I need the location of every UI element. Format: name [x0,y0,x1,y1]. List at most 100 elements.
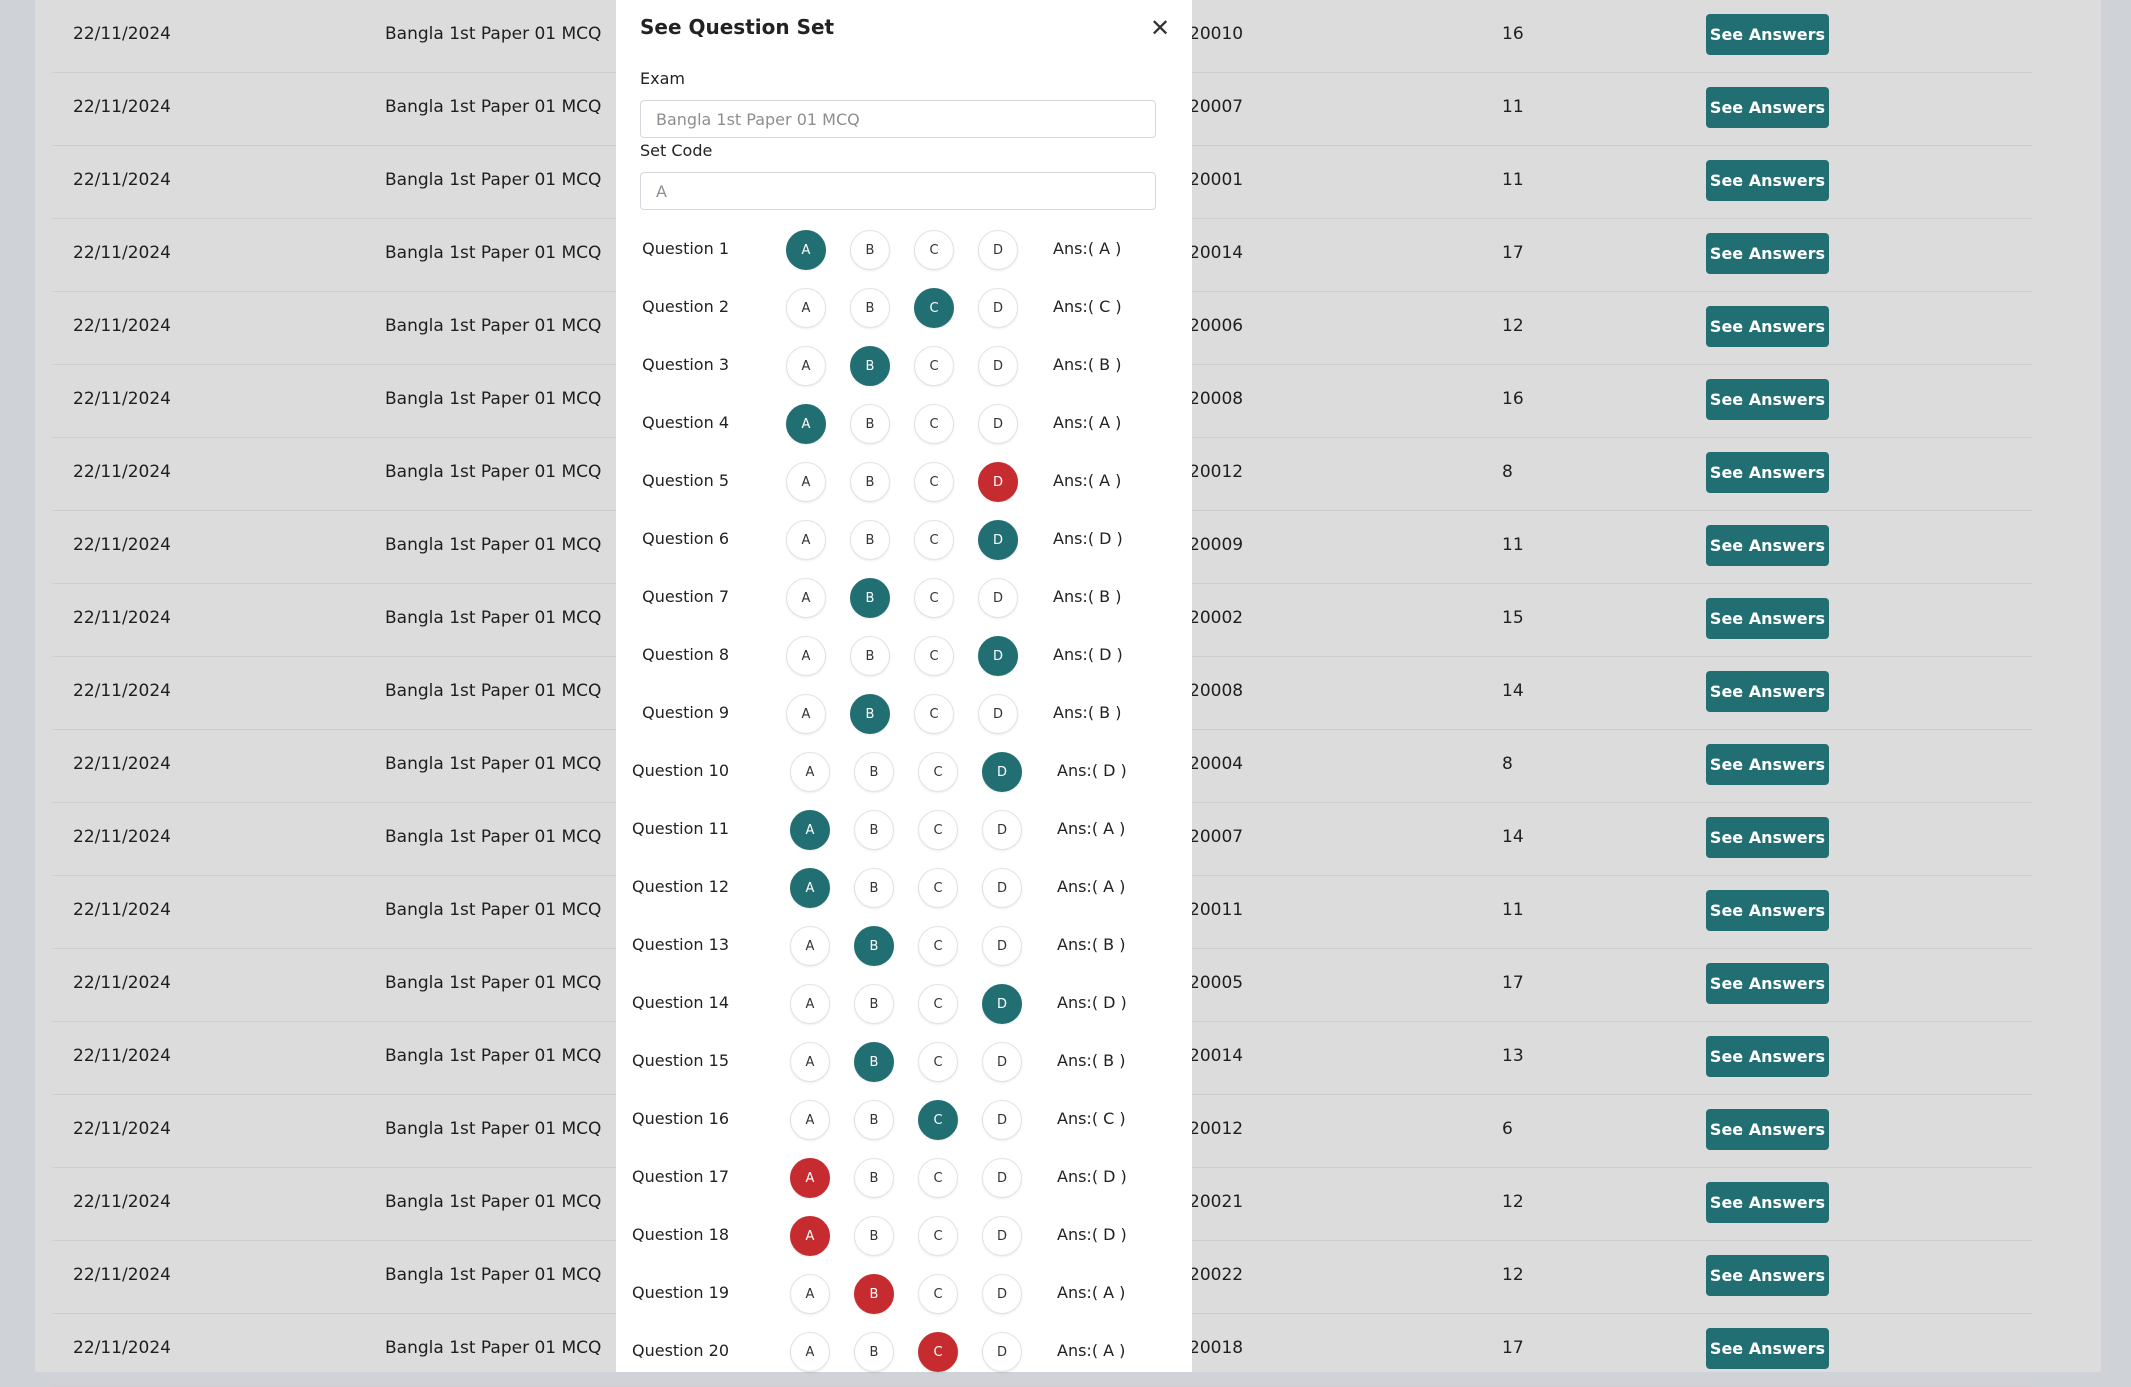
option-a-radio[interactable]: A [786,346,826,386]
option-c-radio[interactable]: C [914,520,954,560]
see-answers-button[interactable]: See Answers [1706,525,1829,566]
option-a-radio[interactable]: A [786,636,826,676]
see-answers-button[interactable]: See Answers [1706,1182,1829,1223]
option-d-radio[interactable]: D [982,868,1022,908]
option-a-radio[interactable]: A [786,520,826,560]
option-c-radio[interactable]: C [918,1274,958,1314]
option-a-radio[interactable]: A [786,404,826,444]
option-a-radio[interactable]: A [790,868,830,908]
option-a-radio[interactable]: A [790,1158,830,1198]
option-c-radio[interactable]: C [918,1100,958,1140]
option-c-radio[interactable]: C [918,752,958,792]
option-b-radio[interactable]: B [854,984,894,1024]
set-code-input[interactable] [640,172,1156,210]
option-a-radio[interactable]: A [790,1100,830,1140]
see-answers-button[interactable]: See Answers [1706,1036,1829,1077]
option-b-radio[interactable]: B [850,288,890,328]
option-a-radio[interactable]: A [790,1332,830,1372]
option-a-radio[interactable]: A [790,1216,830,1256]
see-answers-button[interactable]: See Answers [1706,1255,1829,1296]
option-a-radio[interactable]: A [790,810,830,850]
see-answers-button[interactable]: See Answers [1706,1109,1829,1150]
see-answers-button[interactable]: See Answers [1706,233,1829,274]
option-c-radio[interactable]: C [914,404,954,444]
option-c-radio[interactable]: C [918,984,958,1024]
see-answers-button[interactable]: See Answers [1706,160,1829,201]
option-d-radio[interactable]: D [978,636,1018,676]
option-c-radio[interactable]: C [918,868,958,908]
option-a-radio[interactable]: A [790,1042,830,1082]
option-b-radio[interactable]: B [850,404,890,444]
option-a-radio[interactable]: A [786,462,826,502]
option-b-radio[interactable]: B [850,578,890,618]
option-c-radio[interactable]: C [914,462,954,502]
option-b-radio[interactable]: B [854,810,894,850]
option-c-radio[interactable]: C [918,810,958,850]
option-c-radio[interactable]: C [918,1332,958,1372]
option-c-radio[interactable]: C [918,1042,958,1082]
option-d-radio[interactable]: D [978,346,1018,386]
option-c-radio[interactable]: C [918,1216,958,1256]
option-c-radio[interactable]: C [914,230,954,270]
option-d-radio[interactable]: D [982,1042,1022,1082]
option-d-radio[interactable]: D [982,810,1022,850]
close-icon[interactable]: ✕ [1140,8,1180,48]
option-c-radio[interactable]: C [914,636,954,676]
option-d-radio[interactable]: D [978,288,1018,328]
option-c-radio[interactable]: C [914,694,954,734]
option-d-radio[interactable]: D [978,520,1018,560]
exam-input[interactable] [640,100,1156,138]
option-c-radio[interactable]: C [914,288,954,328]
option-b-radio[interactable]: B [850,230,890,270]
option-a-radio[interactable]: A [790,752,830,792]
option-b-radio[interactable]: B [854,1100,894,1140]
option-b-radio[interactable]: B [850,520,890,560]
option-a-radio[interactable]: A [786,230,826,270]
option-d-radio[interactable]: D [982,1158,1022,1198]
option-b-radio[interactable]: B [854,1216,894,1256]
option-a-radio[interactable]: A [790,1274,830,1314]
see-answers-button[interactable]: See Answers [1706,963,1829,1004]
option-c-radio[interactable]: C [918,926,958,966]
option-b-radio[interactable]: B [854,1158,894,1198]
option-b-radio[interactable]: B [854,868,894,908]
option-b-radio[interactable]: B [850,346,890,386]
option-a-radio[interactable]: A [786,694,826,734]
option-b-radio[interactable]: B [850,636,890,676]
option-b-radio[interactable]: B [854,1042,894,1082]
option-d-radio[interactable]: D [982,1332,1022,1372]
option-a-radio[interactable]: A [786,578,826,618]
see-answers-button[interactable]: See Answers [1706,817,1829,858]
option-b-radio[interactable]: B [854,926,894,966]
see-answers-button[interactable]: See Answers [1706,1328,1829,1369]
see-answers-button[interactable]: See Answers [1706,14,1829,55]
see-answers-button[interactable]: See Answers [1706,379,1829,420]
option-a-radio[interactable]: A [790,984,830,1024]
option-d-radio[interactable]: D [978,230,1018,270]
option-d-radio[interactable]: D [982,1100,1022,1140]
option-b-radio[interactable]: B [854,752,894,792]
option-d-radio[interactable]: D [982,926,1022,966]
see-answers-button[interactable]: See Answers [1706,87,1829,128]
option-d-radio[interactable]: D [982,752,1022,792]
option-b-radio[interactable]: B [850,462,890,502]
option-a-radio[interactable]: A [790,926,830,966]
option-c-radio[interactable]: C [914,346,954,386]
option-a-radio[interactable]: A [786,288,826,328]
option-d-radio[interactable]: D [978,578,1018,618]
option-c-radio[interactable]: C [914,578,954,618]
option-d-radio[interactable]: D [978,694,1018,734]
option-d-radio[interactable]: D [982,984,1022,1024]
see-answers-button[interactable]: See Answers [1706,671,1829,712]
option-d-radio[interactable]: D [982,1274,1022,1314]
see-answers-button[interactable]: See Answers [1706,306,1829,347]
option-c-radio[interactable]: C [918,1158,958,1198]
see-answers-button[interactable]: See Answers [1706,890,1829,931]
option-d-radio[interactable]: D [978,462,1018,502]
option-d-radio[interactable]: D [978,404,1018,444]
option-b-radio[interactable]: B [850,694,890,734]
see-answers-button[interactable]: See Answers [1706,744,1829,785]
see-answers-button[interactable]: See Answers [1706,598,1829,639]
see-answers-button[interactable]: See Answers [1706,452,1829,493]
option-d-radio[interactable]: D [982,1216,1022,1256]
